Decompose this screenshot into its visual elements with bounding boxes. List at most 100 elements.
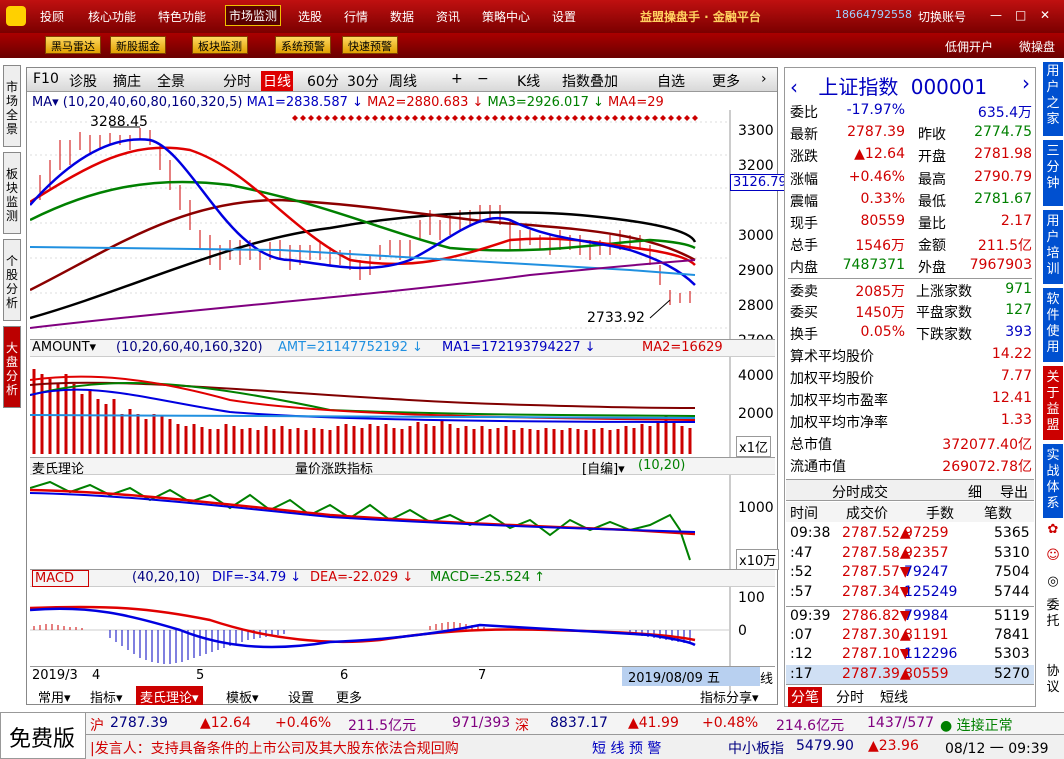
stat-label: 总市值 <box>790 437 832 453</box>
flame-icon[interactable]: ✿ <box>1043 522 1063 544</box>
menu-item-market-monitor[interactable]: 市场监测 <box>225 5 282 26</box>
tick-row[interactable]: :57 2787.34▼ 125249 5744 <box>786 583 1034 602</box>
quote-value: -17.97% <box>846 102 905 118</box>
settings-tab[interactable]: 设置 <box>284 686 318 706</box>
menu-item-stock-pick[interactable]: 选股 <box>298 8 322 25</box>
emblem-icon[interactable]: ◎ <box>1043 574 1063 596</box>
tab-market-overview[interactable]: 市场全景 <box>3 65 21 147</box>
tick-row[interactable]: :12 2787.10▼ 112296 5303 <box>786 645 1034 664</box>
tick-cell: 09:39 <box>790 608 831 624</box>
index-next-icon[interactable]: › <box>1022 71 1030 95</box>
collapse-icon[interactable]: › <box>761 71 767 87</box>
tab-stock-analysis[interactable]: 个股分析 <box>3 239 21 321</box>
sector-monitor-button[interactable]: 板块监测 <box>192 36 248 54</box>
indicator-share-button[interactable]: 指标分享▾ <box>696 686 763 706</box>
menu-item-news[interactable]: 资讯 <box>436 8 460 25</box>
micro-trade-link[interactable]: 微操盘 <box>1019 38 1055 55</box>
more-button[interactable]: 更多 <box>712 71 740 91</box>
diagnose-button[interactable]: 诊股 <box>69 71 97 91</box>
kline-type-button[interactable]: K线 <box>517 71 540 91</box>
amount-title[interactable]: AMOUNT▾ <box>32 340 96 355</box>
ticks-title: 分时成交 <box>832 485 888 501</box>
template-tab[interactable]: 模板▾ <box>222 686 263 706</box>
f10-button[interactable]: F10 <box>33 71 59 87</box>
menu-item-feature[interactable]: 特色功能 <box>158 8 206 25</box>
menu-item-advisor[interactable]: 投顾 <box>40 8 64 25</box>
macd-title[interactable]: MACD <box>32 570 89 587</box>
indicator-tab[interactable]: 指标▾ <box>86 686 127 706</box>
ipo-button[interactable]: 新股掘金 <box>110 36 166 54</box>
tick-row[interactable]: :17 2787.39▲ 80559 5270 <box>786 664 1034 684</box>
tab-user-training[interactable]: 用户培训 <box>1043 210 1063 284</box>
app-title: 益盟操盘手 · 金融平台 <box>640 10 761 24</box>
daily-button[interactable]: 日线 <box>261 71 293 91</box>
quote-row: 委卖 2085万 上涨家数 971 <box>788 277 1032 300</box>
tab-sector-monitor[interactable]: 板块监测 <box>3 152 21 234</box>
tab-entrust[interactable]: 委托 <box>1043 598 1063 638</box>
menu-item-data[interactable]: 数据 <box>390 8 414 25</box>
stat-row: 加权平均股价 7.77 <box>788 366 1032 388</box>
ma-legend-title[interactable]: MA▾ (10,20,40,60,80,160,320,5) <box>32 95 242 110</box>
tick-row[interactable]: :47 2787.58▲ 92357 5310 <box>786 544 1034 563</box>
tab-agreement[interactable]: 协议 <box>1043 664 1063 704</box>
tick-row[interactable]: :07 2787.30▲ 81191 7841 <box>786 626 1034 645</box>
tab-user-home[interactable]: 用户之家 <box>1043 62 1063 136</box>
user-icon[interactable]: ☺ <box>1043 548 1063 570</box>
ticks-detail-button[interactable]: 细 <box>968 482 982 502</box>
mai-mode[interactable]: [自编]▾ <box>582 458 625 477</box>
tab-about[interactable]: 关于益盟 <box>1043 366 1063 440</box>
tick-row[interactable]: 09:38 2787.52▲ 97259 5365 <box>786 524 1034 543</box>
more-tab[interactable]: 更多 <box>332 686 366 706</box>
watchlist-button[interactable]: 自选 <box>657 71 685 91</box>
tick-cell: 5270 <box>994 665 1030 682</box>
kline-grid <box>30 121 730 329</box>
open-account-link[interactable]: 低佣开户 <box>945 38 993 55</box>
tab-three-minutes[interactable]: 三分钟 <box>1043 140 1063 206</box>
weekly-button[interactable]: 周线 <box>389 71 417 91</box>
minimize-icon[interactable]: — <box>990 8 1002 22</box>
tick-row[interactable]: 09:39 2786.82▼ 79984 5119 <box>786 606 1034 625</box>
ticks-export-button[interactable]: 导出 <box>1000 482 1028 502</box>
tab-intraday[interactable]: 分时 <box>836 687 864 707</box>
tab-practice-system[interactable]: 实战体系 <box>1043 444 1063 518</box>
maximize-icon[interactable]: □ <box>1015 8 1026 22</box>
zoom-in-button[interactable]: + <box>451 71 463 87</box>
mai-title[interactable]: 麦氏理论 <box>32 458 84 477</box>
tab-ticks[interactable]: 分笔 <box>788 687 822 707</box>
system-alert-button[interactable]: 系统预警 <box>275 36 331 54</box>
ticks-header-volume: 手数 <box>926 506 954 522</box>
switch-account-link[interactable]: 切换账号 <box>918 8 966 25</box>
tick-cell: 80559 <box>904 665 949 682</box>
zoom-out-button[interactable]: − <box>477 71 489 87</box>
short-alert-link[interactable]: 短 线 预 警 <box>592 738 661 758</box>
stat-row: 加权平均市净率 1.33 <box>788 410 1032 432</box>
menu-item-settings[interactable]: 设置 <box>552 8 576 25</box>
menu-item-strategy[interactable]: 策略中心 <box>482 8 530 25</box>
60min-button[interactable]: 60分 <box>307 71 339 91</box>
intraday-button[interactable]: 分时 <box>223 71 251 91</box>
quick-alert-button[interactable]: 快速预警 <box>342 36 398 54</box>
tab-software-usage[interactable]: 软件使用 <box>1043 288 1063 362</box>
tab-market-analysis[interactable]: 大盘分析 <box>3 326 21 408</box>
menu-item-quotes[interactable]: 行情 <box>344 8 368 25</box>
tick-cell: 97259 <box>904 525 949 541</box>
ma-blue <box>30 138 696 286</box>
panorama-button[interactable]: 全景 <box>157 71 185 91</box>
secondary-toolbar: 黑马雷达 新股掘金 板块监测 系统预警 快速预警 低佣开户 微操盘 <box>0 33 1064 58</box>
tab-shortline[interactable]: 短线 <box>880 687 908 707</box>
tick-cell: 2787.10▼ <box>842 646 911 662</box>
quote-value: 2085万 <box>855 283 905 300</box>
close-icon[interactable]: ✕ <box>1040 8 1050 22</box>
30min-button[interactable]: 30分 <box>347 71 379 91</box>
common-tab[interactable]: 常用▾ <box>34 686 75 706</box>
menu-item-core[interactable]: 核心功能 <box>88 8 136 25</box>
black-horse-radar-button[interactable]: 黑马雷达 <box>45 36 101 54</box>
index-overlay-button[interactable]: 指数叠加 <box>562 71 618 91</box>
pick-button[interactable]: 摘庄 <box>113 71 141 91</box>
news-ticker[interactable]: |发言人：支持具备条件的上市公司及其大股东依法合规回购 <box>90 738 560 758</box>
free-version-badge[interactable]: 免费版 <box>0 712 86 759</box>
mai-theory-tab[interactable]: 麦氏理论▾ <box>136 686 203 706</box>
quote-label: 昨收 <box>918 127 946 144</box>
tick-row[interactable]: :52 2787.57▼ 79247 7504 <box>786 563 1034 582</box>
index-prev-icon[interactable]: ‹ <box>790 75 798 99</box>
